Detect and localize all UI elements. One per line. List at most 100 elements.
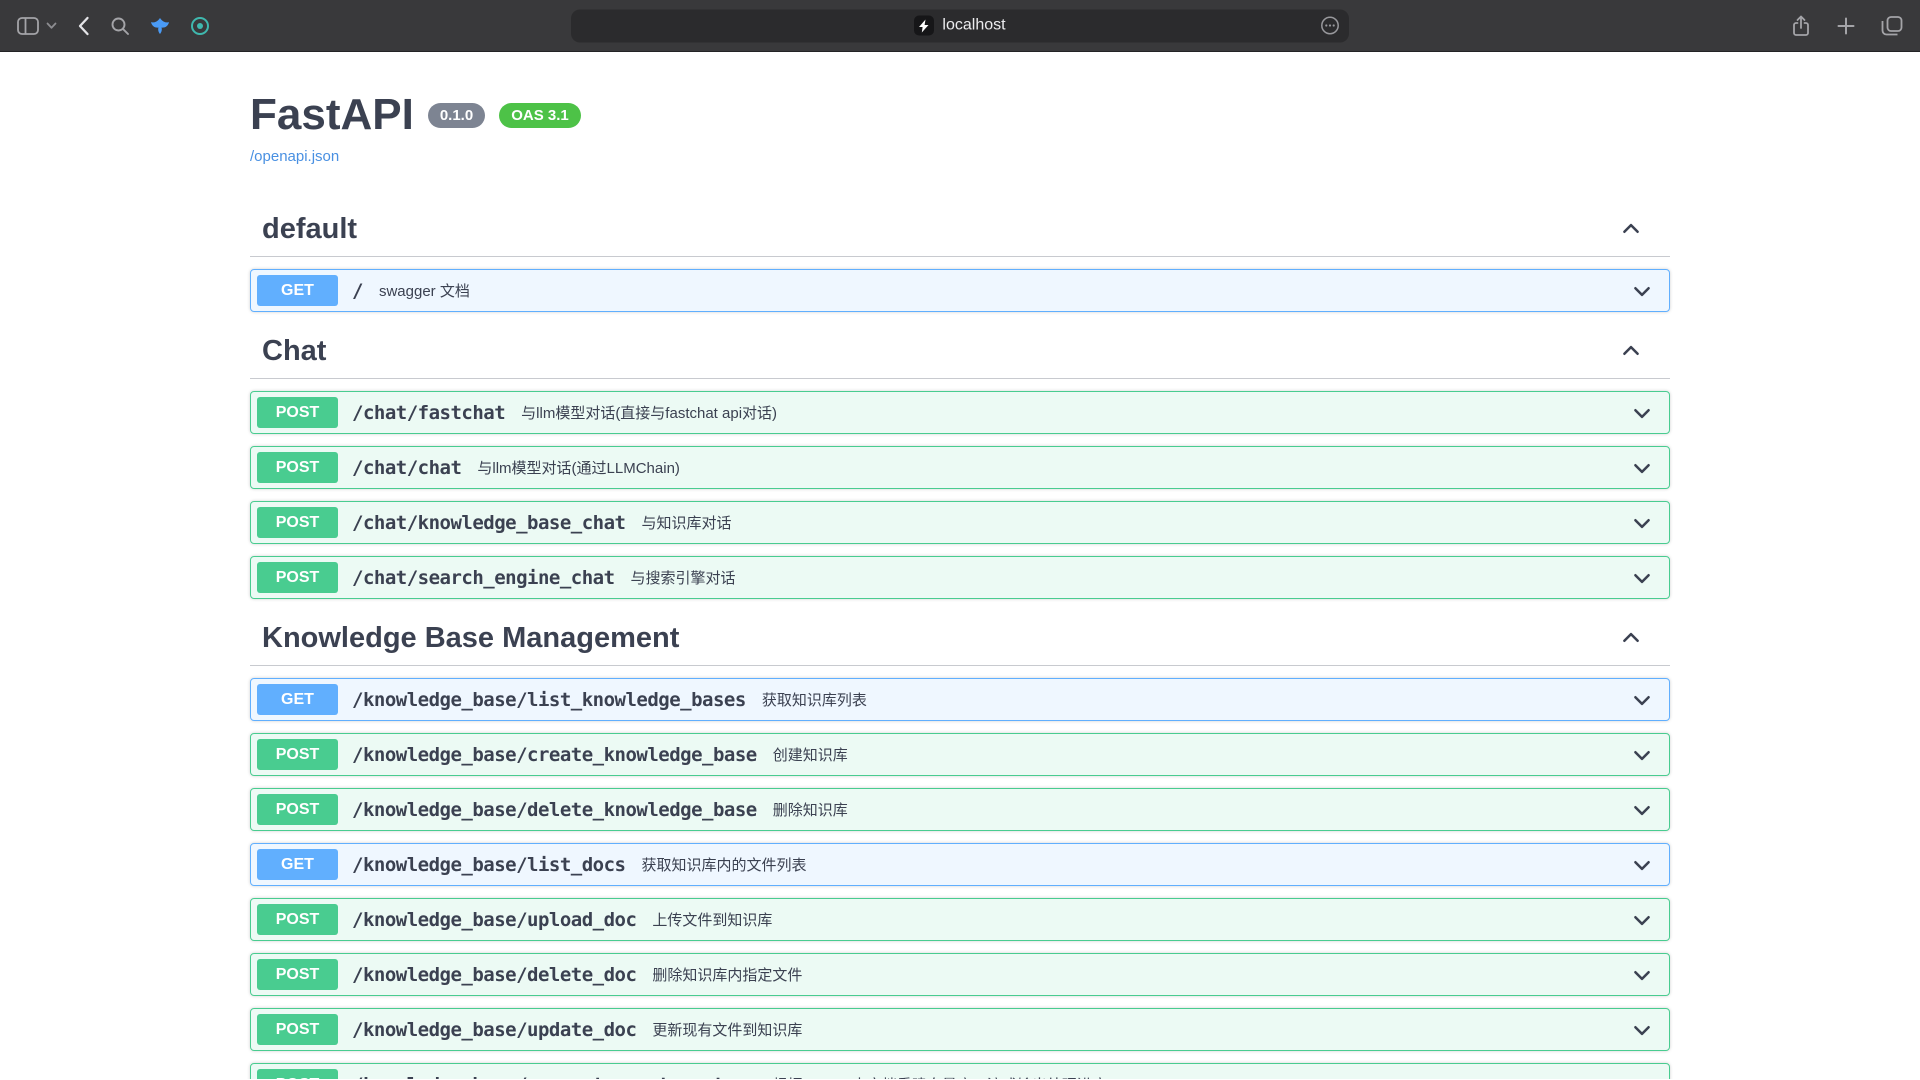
method-badge: POST [257,1014,338,1045]
op-path: /knowledge_base/recreate_vector_store [352,1074,757,1080]
address-bar[interactable]: localhost [571,9,1349,42]
chevron-up-icon[interactable] [1620,218,1642,240]
method-badge: POST [257,739,338,770]
method-badge: POST [257,794,338,825]
chevron-down-icon[interactable] [1631,280,1653,302]
chevron-down-icon[interactable] [1631,512,1653,534]
sidebar-chevron-down-icon[interactable] [46,22,57,30]
operations-list: POST/chat/fastchat 与llm模型对话(直接与fastchat a… [250,379,1670,599]
page-title: FastAPI [250,90,414,140]
chevron-up-icon[interactable] [1620,627,1642,649]
op-description: swagger 文档 [379,280,470,301]
op-path: /chat/chat [352,457,461,479]
chevron-down-icon[interactable] [1631,567,1653,589]
chevron-down-icon[interactable] [1631,909,1653,931]
op-description: 与llm模型对话(直接与fastchat api对话) [521,402,777,423]
opblock-post[interactable]: POST/knowledge_base/update_doc 更新现有文件到知识库 [250,1008,1670,1051]
tab-overview-icon[interactable] [1880,14,1904,37]
opblock-post[interactable]: POST/chat/fastchat 与llm模型对话(直接与fastchat a… [250,391,1670,434]
method-badge: GET [257,275,338,306]
opblock-get[interactable]: GET / swagger 文档 [250,269,1670,312]
tag-header[interactable]: default [250,202,1670,257]
tag-header[interactable]: Knowledge Base Management [250,611,1670,666]
sidebar-toggle-icon[interactable] [16,15,40,37]
extension-icon-record[interactable] [190,16,210,36]
op-path: /knowledge_base/list_knowledge_bases [352,689,746,711]
chevron-down-icon[interactable] [1631,1019,1653,1041]
chevron-down-icon[interactable] [1631,689,1653,711]
operations-list: GET / swagger 文档 [250,257,1670,312]
op-description: 根据content中文档重建向量库，流式输出处理进度。 [773,1074,1122,1079]
op-description: 与知识库对话 [641,512,731,533]
op-description: 与llm模型对话(通过LLMChain) [477,457,680,478]
opblock-post[interactable]: POST/knowledge_base/delete_knowledge_bas… [250,788,1670,831]
opblock-get[interactable]: GET/knowledge_base/list_knowledge_bases获… [250,678,1670,721]
chevron-down-icon[interactable] [1631,457,1653,479]
method-badge: POST [257,562,338,593]
method-badge: POST [257,507,338,538]
chevron-down-icon[interactable] [1631,1074,1653,1080]
operations-list: GET/knowledge_base/list_knowledge_bases 获… [250,666,1670,1079]
chevron-down-icon[interactable] [1631,799,1653,821]
opblock-post[interactable]: POST/knowledge_base/delete_doc 删除知识库内指定文件 [250,953,1670,996]
tag-title: Knowledge Base Management [262,621,679,655]
tag-title: Chat [262,334,326,368]
op-description: 获取知识库内的文件列表 [641,854,806,875]
method-badge: POST [257,1069,338,1079]
method-badge: POST [257,904,338,935]
op-path: /knowledge_base/upload_doc [352,909,636,931]
method-badge: POST [257,959,338,990]
search-icon[interactable] [110,16,130,36]
page-settings-icon[interactable] [1320,16,1340,36]
url-text: localhost [942,17,1005,35]
opblock-post[interactable]: POST/knowledge_base/create_knowledge_bas… [250,733,1670,776]
op-path: /chat/search_engine_chat [352,567,615,589]
op-path: /knowledge_base/update_doc [352,1019,636,1041]
op-description: 删除知识库 [773,799,848,820]
opblock-post[interactable]: POST/knowledge_base/recreate_vector_stor… [250,1063,1670,1079]
tag-header[interactable]: Chat [250,324,1670,379]
new-tab-icon[interactable] [1836,16,1856,36]
op-path: /chat/fastchat [352,402,505,424]
chevron-down-icon[interactable] [1631,744,1653,766]
swagger-content: FastAPI 0.1.0 OAS 3.1 /openapi.json defa… [250,52,1670,1079]
tag-section: Knowledge Base Management GET/knowledge_b… [250,611,1670,1079]
opblock-post[interactable]: POST/chat/knowledge_base_chat 与知识库对话 [250,501,1670,544]
method-badge: GET [257,684,338,715]
op-path: /chat/knowledge_base_chat [352,512,625,534]
opblock-post[interactable]: POST/chat/chat 与llm模型对话(通过LLMChain) [250,446,1670,489]
opblock-get[interactable]: GET/knowledge_base/list_docs 获取知识库内的文件列表 [250,843,1670,886]
site-icon [914,16,934,36]
browser-toolbar: localhost [0,0,1920,52]
chevron-down-icon[interactable] [1631,854,1653,876]
opblock-post[interactable]: POST/chat/search_engine_chat 与搜索引擎对话 [250,556,1670,599]
version-badge: 0.1.0 [428,103,485,128]
op-description: 上传文件到知识库 [652,909,772,930]
api-sections: default GET / swagger 文档 Chat POST/chat/fastc… [250,202,1670,1079]
op-path: / [352,280,363,302]
chevron-up-icon[interactable] [1620,340,1642,362]
openapi-spec-link[interactable]: /openapi.json [250,148,339,165]
tag-title: default [262,212,357,246]
method-badge: POST [257,452,338,483]
back-button-icon[interactable] [77,16,90,36]
method-badge: POST [257,397,338,428]
op-description: 更新现有文件到知识库 [652,1019,802,1040]
api-info: FastAPI 0.1.0 OAS 3.1 /openapi.json [250,90,1670,166]
share-icon[interactable] [1790,14,1812,38]
opblock-post[interactable]: POST/knowledge_base/upload_doc 上传文件到知识库 [250,898,1670,941]
oas-badge: OAS 3.1 [499,103,581,128]
tag-section: Chat POST/chat/fastchat 与llm模型对话(直接与fastch… [250,324,1670,599]
page-body: FastAPI 0.1.0 OAS 3.1 /openapi.json defa… [0,52,1920,1079]
op-path: /knowledge_base/list_docs [352,854,625,876]
op-path: /knowledge_base/delete_doc [352,964,636,986]
op-description: 删除知识库内指定文件 [652,964,802,985]
op-path: /knowledge_base/create_knowledge_base [352,744,757,766]
op-description: 创建知识库 [773,744,848,765]
chevron-down-icon[interactable] [1631,402,1653,424]
method-badge: GET [257,849,338,880]
extension-icon-blue[interactable] [150,16,170,35]
op-description: 与搜索引擎对话 [631,567,736,588]
tag-section: default GET / swagger 文档 [250,202,1670,312]
chevron-down-icon[interactable] [1631,964,1653,986]
